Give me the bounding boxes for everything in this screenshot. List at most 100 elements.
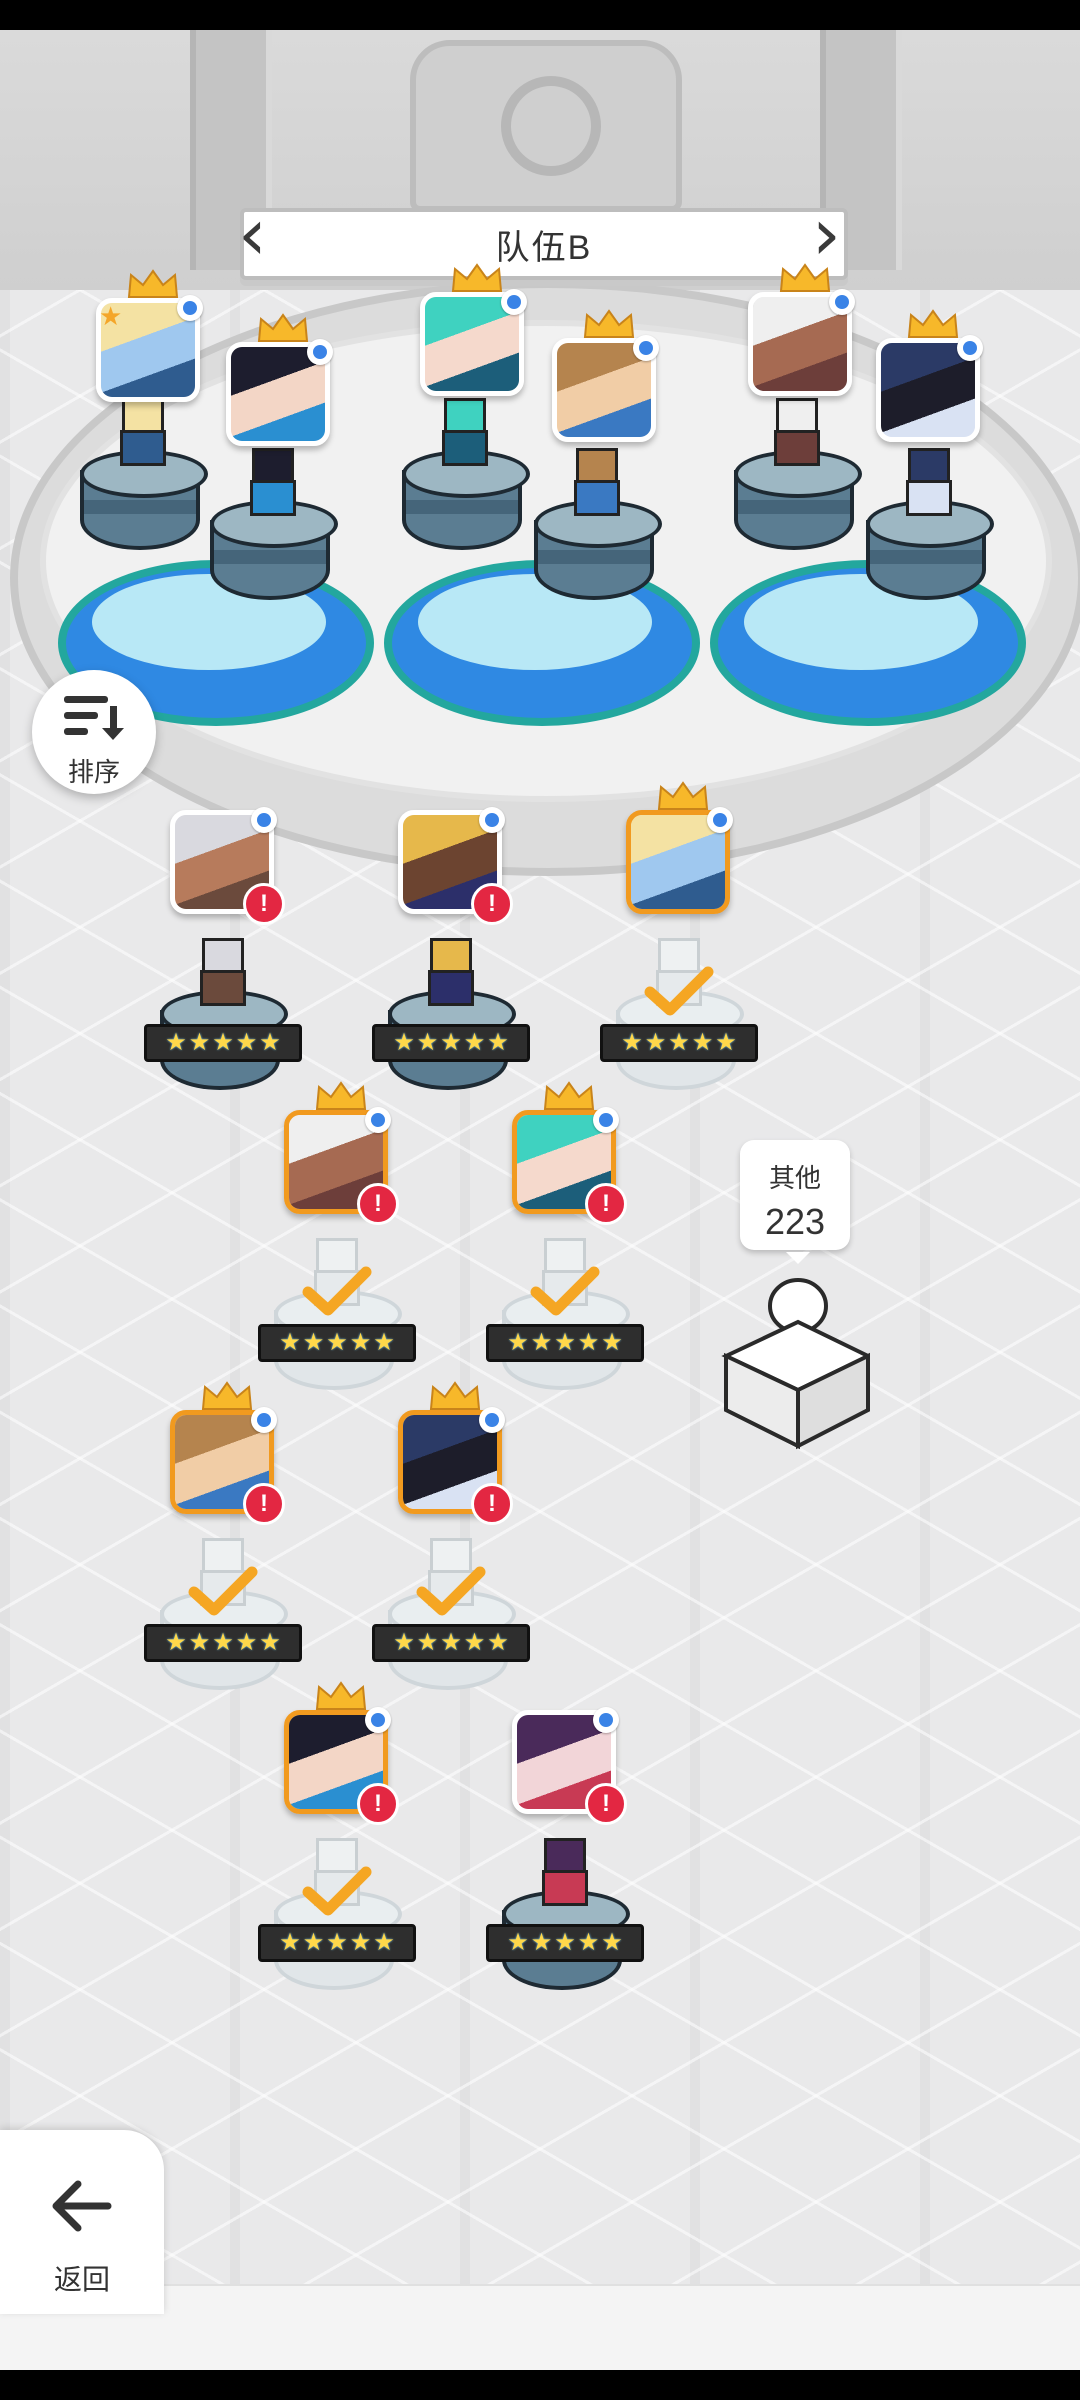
hero-pedestal[interactable] <box>200 448 340 620</box>
hero-portrait-armored-mech[interactable] <box>876 309 983 442</box>
others-placeholder-cube[interactable] <box>720 1270 870 1450</box>
sort-icon <box>64 696 124 740</box>
info-dot-icon <box>707 807 733 833</box>
rating-star-icon: ★ <box>165 1629 187 1656</box>
rating-star-icon: ★ <box>487 1029 509 1056</box>
hero-pedestal[interactable] <box>856 448 996 620</box>
rating-star-icon: ★ <box>416 1029 439 1056</box>
hero-portrait-white-hair-dark-skin[interactable] <box>748 263 855 396</box>
info-dot-icon <box>829 289 855 315</box>
rating-star-icon: ★ <box>349 1929 372 1956</box>
hero-portrait-black-hair-girl[interactable]: ! <box>284 1681 399 1825</box>
hero-portrait-teal-hair-girl[interactable] <box>420 263 527 396</box>
alert-badge-icon: ! <box>585 1183 627 1225</box>
game-stage: 队伍B ‹ › ★ 排序 ★ ★ ★ ★ ★! ★ ★ ★ ★ ★! ★ ★ ★ ★ ★ ★ ★ ★ ★ ★! ★ ★ ★ ★… <box>0 30 1080 2370</box>
hero-portrait-teal-hair-girl[interactable]: ! <box>512 1081 627 1225</box>
others-bubble[interactable]: 其他 223 <box>740 1140 850 1264</box>
team-name-banner: 队伍B <box>240 208 848 280</box>
hero-sprite <box>434 398 490 468</box>
rating-star-icon: ★ <box>373 1329 395 1356</box>
leader-star-icon: ★ <box>99 301 123 331</box>
hero-portrait-brown-hair-boy[interactable]: ! <box>170 1381 285 1525</box>
prev-team-button[interactable]: ‹ <box>238 198 268 272</box>
info-dot-icon <box>479 807 505 833</box>
star-rating: ★ ★ ★ ★ ★ <box>144 1624 302 1662</box>
info-dot-icon <box>307 339 333 365</box>
sort-label: 排序 <box>67 757 120 787</box>
others-count: 223 <box>764 1201 826 1242</box>
sort-button[interactable]: 排序 <box>32 670 156 794</box>
star-rating: ★ ★ ★ ★ ★ <box>372 1624 530 1662</box>
hero-pedestal[interactable] <box>70 398 210 570</box>
rating-star-icon: ★ <box>463 1629 486 1656</box>
rating-star-icon: ★ <box>644 1029 667 1056</box>
rating-star-icon: ★ <box>279 1929 301 1956</box>
hero-sprite <box>898 448 954 518</box>
rating-star-icon: ★ <box>463 1029 486 1056</box>
crown-icon <box>543 1081 595 1110</box>
hero-portrait-purple-hair-girl[interactable]: ! <box>512 1707 627 1825</box>
hero-sprite <box>534 1838 590 1908</box>
hero-pedestal[interactable] <box>724 398 864 570</box>
rating-star-icon: ★ <box>188 1629 211 1656</box>
status-bar <box>0 0 1080 30</box>
hero-sprite <box>192 938 248 1008</box>
chevron-left-icon: ‹ <box>238 192 267 276</box>
rating-star-icon: ★ <box>165 1029 187 1056</box>
hero-portrait-blonde-knight[interactable] <box>626 781 733 914</box>
others-label: 其他 <box>768 1163 821 1193</box>
info-dot-icon <box>365 1107 391 1133</box>
rating-star-icon: ★ <box>393 1029 415 1056</box>
back-button[interactable]: 返回 <box>0 2130 164 2314</box>
hero-portrait-black-hair-girl[interactable] <box>226 313 333 446</box>
rating-star-icon: ★ <box>601 1929 623 1956</box>
hero-portrait-blonde-dark-skin[interactable]: ! <box>398 807 513 925</box>
rating-star-icon: ★ <box>487 1629 509 1656</box>
hero-portrait-silver-hair-girl[interactable]: ! <box>170 807 285 925</box>
hero-portrait-armored-mech[interactable]: ! <box>398 1381 513 1525</box>
in-team-check-icon <box>302 1266 372 1316</box>
nav-bar <box>0 2370 1080 2400</box>
rating-star-icon: ★ <box>212 1629 234 1656</box>
star-rating: ★ ★ ★ ★ ★ <box>144 1024 302 1062</box>
hero-sprite <box>566 448 622 518</box>
alert-badge-icon: ! <box>243 1483 285 1525</box>
hero-portrait-white-hair-dark-skin[interactable]: ! <box>284 1081 399 1225</box>
in-team-check-icon <box>530 1266 600 1316</box>
rating-star-icon: ★ <box>279 1329 301 1356</box>
info-dot-icon <box>957 335 983 361</box>
star-rating: ★ ★ ★ ★ ★ <box>486 1324 644 1362</box>
hero-portrait-brown-hair-boy[interactable] <box>552 309 659 442</box>
rating-star-icon: ★ <box>507 1929 529 1956</box>
rating-star-icon: ★ <box>235 1029 258 1056</box>
rating-star-icon: ★ <box>668 1029 690 1056</box>
alert-badge-icon: ! <box>471 1483 513 1525</box>
star-rating: ★ ★ ★ ★ ★ <box>258 1324 416 1362</box>
info-dot-icon <box>593 1107 619 1133</box>
hero-sprite <box>766 398 822 468</box>
hero-pedestal[interactable] <box>392 398 532 570</box>
rating-star-icon: ★ <box>326 1329 348 1356</box>
rating-star-icon: ★ <box>212 1029 234 1056</box>
crown-icon <box>451 263 503 292</box>
in-team-check-icon <box>644 966 714 1016</box>
alert-badge-icon: ! <box>357 1183 399 1225</box>
info-dot-icon <box>593 1707 619 1733</box>
hero-portrait-blonde-knight[interactable]: ★ <box>96 269 203 402</box>
in-team-check-icon <box>302 1866 372 1916</box>
next-team-button[interactable]: › <box>812 198 842 272</box>
hero-pedestal[interactable] <box>524 448 664 620</box>
rating-star-icon: ★ <box>530 1329 553 1356</box>
crown-icon <box>657 781 709 810</box>
rating-star-icon: ★ <box>373 1929 395 1956</box>
rating-star-icon: ★ <box>577 1929 600 1956</box>
star-rating: ★ ★ ★ ★ ★ <box>486 1924 644 1962</box>
back-label: 返回 <box>53 2264 110 2295</box>
info-dot-icon <box>251 1407 277 1433</box>
alert-badge-icon: ! <box>585 1783 627 1825</box>
rating-star-icon: ★ <box>349 1329 372 1356</box>
in-team-check-icon <box>416 1566 486 1616</box>
info-dot-icon <box>365 1707 391 1733</box>
star-rating: ★ ★ ★ ★ ★ <box>258 1924 416 1962</box>
hero-sprite <box>242 448 298 518</box>
